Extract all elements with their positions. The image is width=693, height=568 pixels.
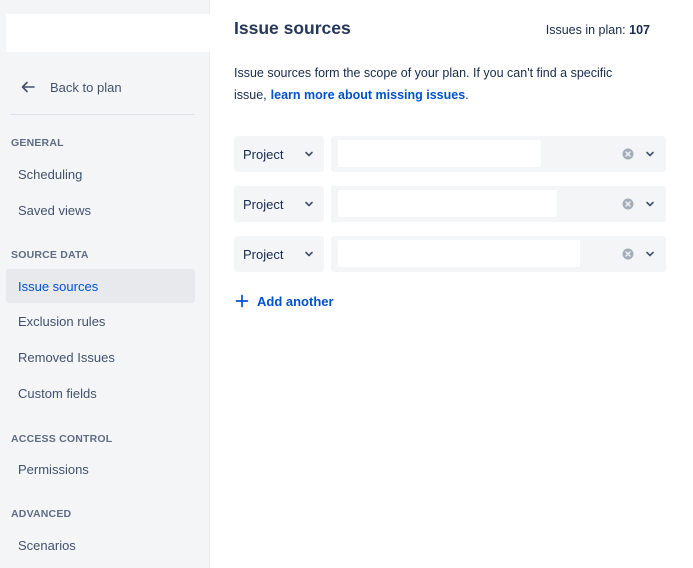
source-type-select[interactable]: Project bbox=[234, 236, 324, 272]
chevron-down-icon bbox=[305, 251, 313, 257]
plus-icon bbox=[235, 294, 249, 308]
issue-source-row: Project bbox=[234, 236, 666, 272]
chevron-down-icon[interactable] bbox=[645, 149, 655, 159]
add-another-button[interactable]: Add another bbox=[234, 290, 334, 312]
section-title-advanced: ADVANCED bbox=[11, 508, 72, 520]
chevron-down-icon[interactable] bbox=[645, 249, 655, 259]
arrow-left-icon bbox=[21, 81, 35, 93]
source-type-value: Project bbox=[243, 196, 284, 212]
source-value-input[interactable] bbox=[338, 140, 541, 167]
clear-icon[interactable] bbox=[622, 198, 634, 210]
section-title-access-control: ACCESS CONTROL bbox=[11, 433, 113, 445]
source-type-select[interactable]: Project bbox=[234, 186, 324, 222]
back-to-plan-label: Back to plan bbox=[50, 79, 122, 95]
page-title: Issue sources bbox=[234, 18, 351, 38]
missing-issues-link[interactable]: learn more about missing issues bbox=[271, 88, 466, 102]
issues-count-label: Issues in plan: bbox=[545, 23, 626, 37]
sidebar-header-box bbox=[6, 14, 210, 52]
sidebar-item-issue-sources[interactable]: Issue sources bbox=[6, 269, 195, 303]
sidebar-item-scheduling[interactable]: Scheduling bbox=[6, 157, 195, 191]
section-title-source-data: SOURCE DATA bbox=[11, 249, 89, 261]
source-value-input[interactable] bbox=[338, 190, 557, 217]
description-end: . bbox=[465, 88, 469, 102]
source-value-select[interactable] bbox=[331, 136, 666, 172]
page-description: Issue sources form the scope of your pla… bbox=[234, 62, 654, 106]
add-another-label: Add another bbox=[257, 293, 334, 309]
chevron-down-icon[interactable] bbox=[645, 199, 655, 209]
issues-in-plan-count: Issues in plan: 107 bbox=[546, 23, 650, 37]
sidebar-item-exclusion-rules[interactable]: Exclusion rules bbox=[6, 304, 195, 338]
section-title-general: GENERAL bbox=[11, 137, 64, 149]
issue-source-row: Project bbox=[234, 136, 666, 172]
issue-source-row: Project bbox=[234, 186, 666, 222]
chevron-down-icon bbox=[305, 201, 313, 207]
source-type-value: Project bbox=[243, 246, 284, 262]
sidebar-item-permissions[interactable]: Permissions bbox=[6, 452, 195, 486]
sidebar-item-scenarios[interactable]: Scenarios bbox=[6, 528, 195, 562]
source-type-select[interactable]: Project bbox=[234, 136, 324, 172]
source-type-value: Project bbox=[243, 146, 284, 162]
sidebar-divider bbox=[10, 114, 195, 115]
clear-icon[interactable] bbox=[622, 248, 634, 260]
issues-count-value: 107 bbox=[629, 23, 650, 37]
back-to-plan-link[interactable]: Back to plan bbox=[6, 72, 195, 102]
sidebar: Back to plan GENERAL Scheduling Saved vi… bbox=[0, 0, 210, 568]
source-value-select[interactable] bbox=[331, 186, 666, 222]
sidebar-item-custom-fields[interactable]: Custom fields bbox=[6, 376, 195, 410]
clear-icon[interactable] bbox=[622, 148, 634, 160]
sidebar-item-removed-issues[interactable]: Removed Issues bbox=[6, 340, 195, 374]
chevron-down-icon bbox=[305, 151, 313, 157]
source-value-input[interactable] bbox=[338, 240, 580, 267]
source-value-select[interactable] bbox=[331, 236, 666, 272]
sidebar-item-saved-views[interactable]: Saved views bbox=[6, 193, 195, 227]
